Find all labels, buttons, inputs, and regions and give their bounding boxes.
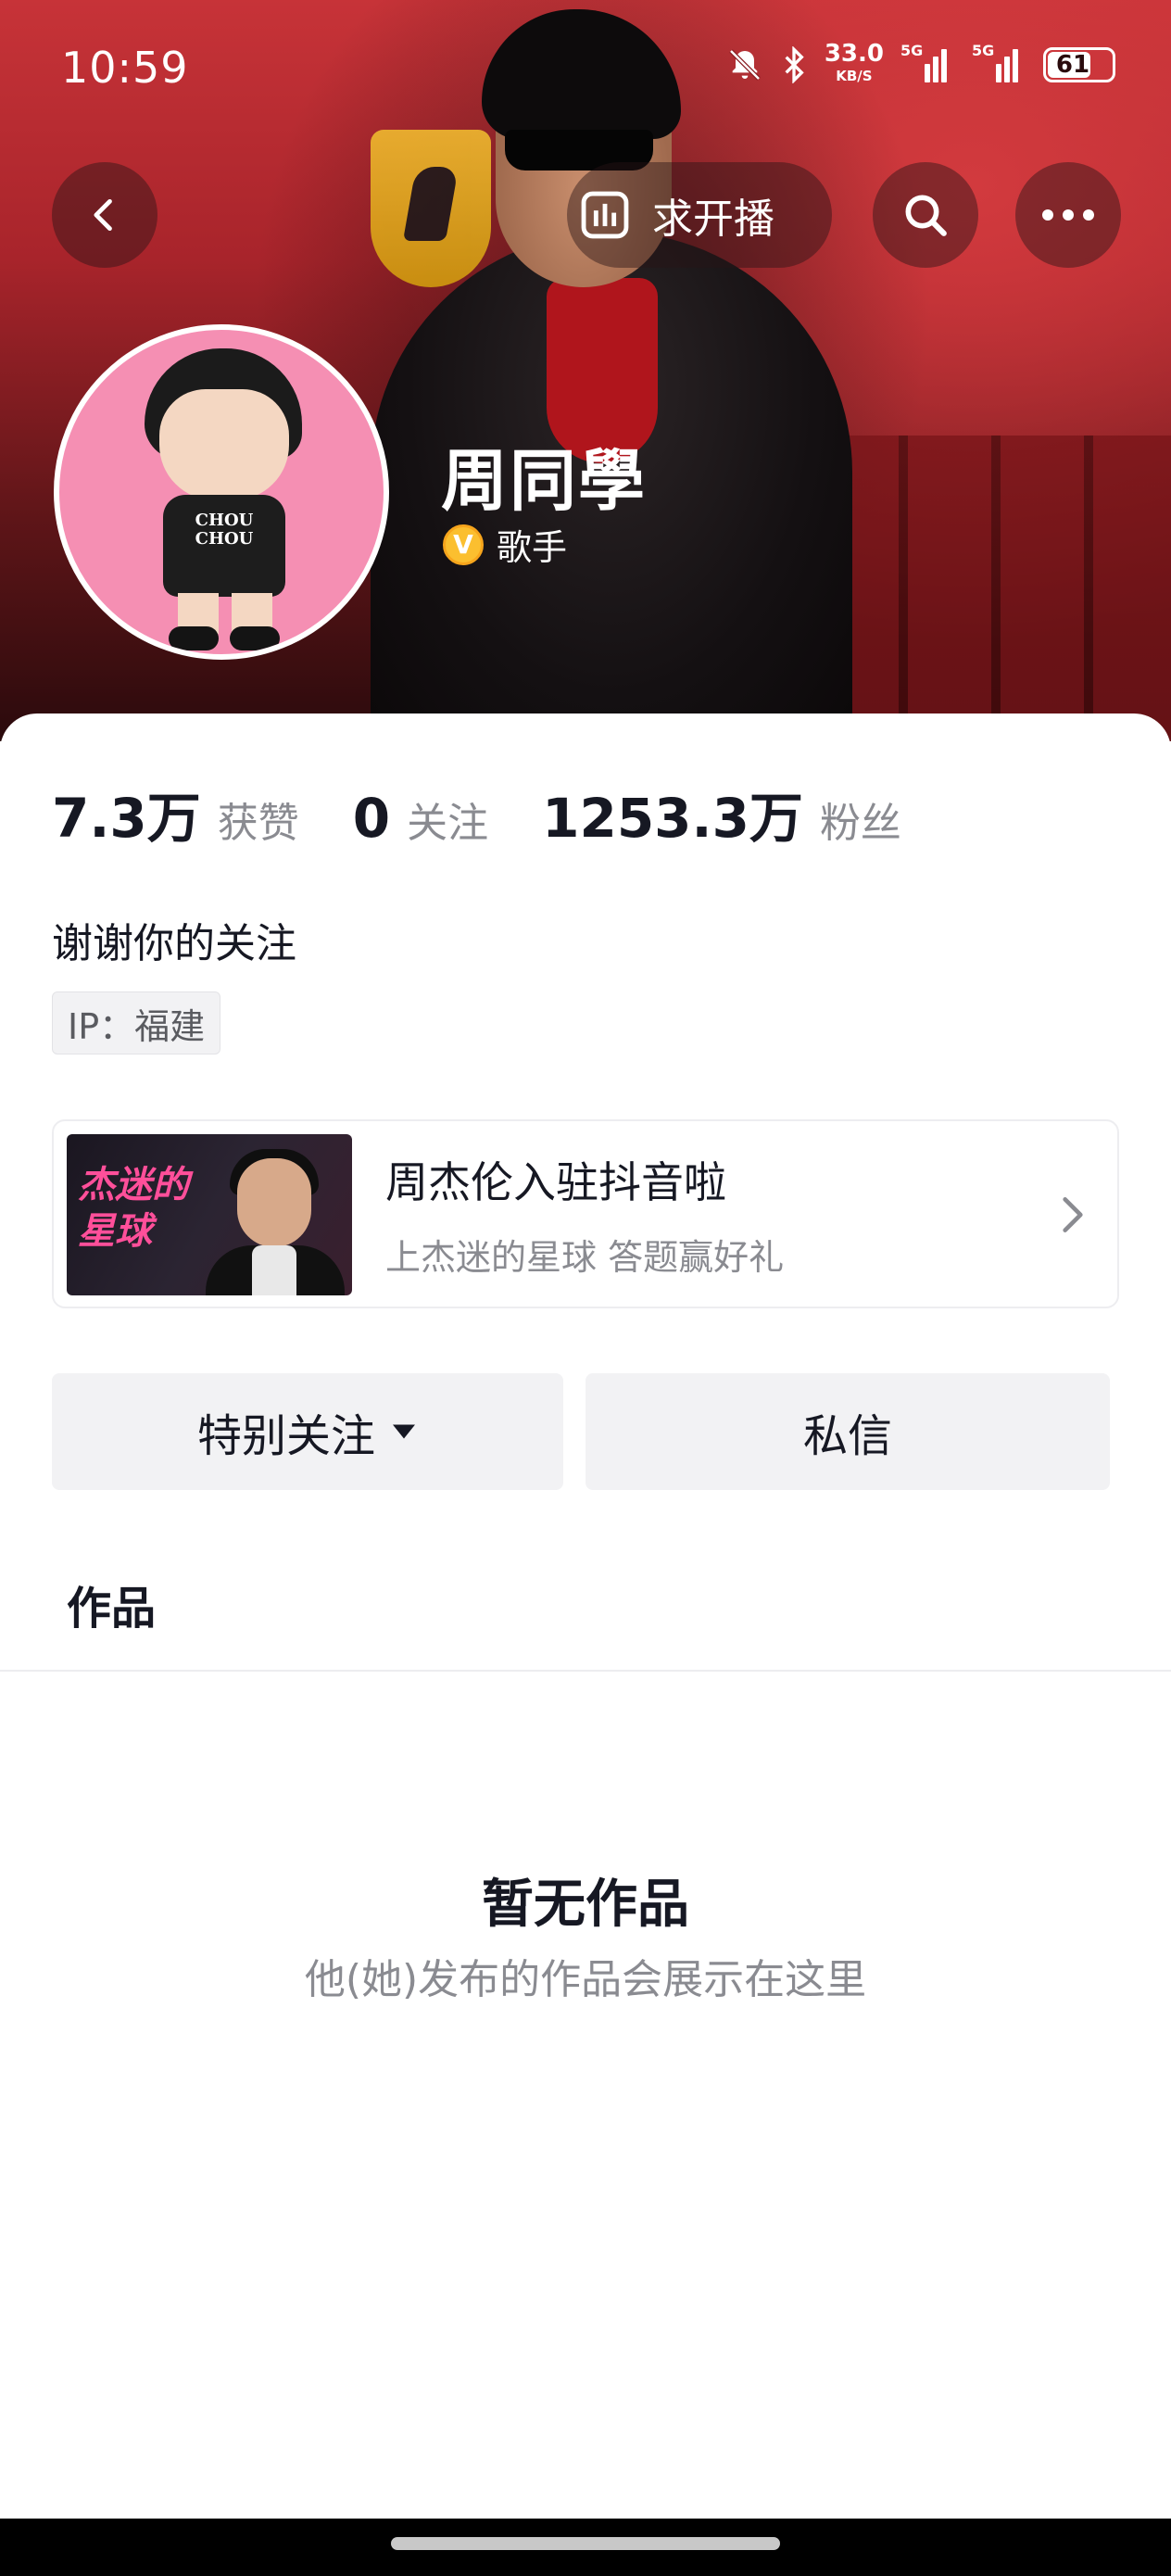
promo-thumbnail: 杰迷的星球 [67, 1134, 352, 1295]
stat-likes-label: 获赞 [217, 800, 299, 847]
status-icons: 33.0 KB/S 5G 5G 61 [726, 40, 1115, 87]
profile-role-label: 歌手 [497, 527, 568, 568]
ip-location-tag: IP：福建 [52, 991, 221, 1054]
message-label: 私信 [802, 1410, 892, 1462]
tab-divider [0, 1670, 1171, 1672]
verified-badge-icon: V [443, 524, 484, 565]
stat-followers-label: 粉丝 [819, 800, 901, 847]
tab-works[interactable]: 作品 [67, 1572, 156, 1636]
signal-icon-2: 5G [972, 42, 1026, 82]
status-bar: 10:59 33.0 KB/S 5G 5G 61 [0, 0, 1171, 139]
network-type-2: 5G [972, 42, 995, 59]
battery-level: 61 [1055, 51, 1090, 79]
network-speed: 33.0 KB/S [824, 40, 884, 87]
stat-likes-value: 7.3万 [52, 787, 201, 850]
promo-card[interactable]: 杰迷的星球 周杰伦入驻抖音啦 上杰迷的星球 答题赢好礼 [52, 1119, 1119, 1308]
mute-bell-icon [729, 49, 761, 81]
empty-state-subtitle: 他(她)发布的作品会展示在这里 [304, 1956, 867, 2003]
more-button[interactable] [1015, 162, 1121, 268]
cover-seats [815, 436, 1171, 741]
special-follow-button[interactable]: 特别关注 [52, 1373, 563, 1490]
promo-subtitle: 上杰迷的星球 答题赢好礼 [385, 1237, 785, 1278]
message-button[interactable]: 私信 [586, 1373, 1110, 1490]
empty-state-title: 暂无作品 [482, 1875, 689, 1935]
live-bars-icon [581, 191, 629, 239]
request-live-button[interactable]: 求开播 [567, 162, 832, 268]
avatar-shirt-text: CHOU CHOU [195, 511, 254, 549]
stat-followers[interactable]: 1253.3万 粉丝 [542, 775, 901, 852]
signal-icon-1: 5G [900, 42, 955, 82]
profile-role: V 歌手 [443, 519, 567, 570]
network-speed-unit: KB/S [836, 68, 873, 84]
search-button[interactable] [873, 162, 978, 268]
chevron-right-icon [1063, 1197, 1083, 1232]
profile-sheet: 7.3万 获赞 0 关注 1253.3万 粉丝 谢谢你的关注 IP：福建 杰迷的… [0, 713, 1171, 2520]
stat-followers-value: 1253.3万 [542, 787, 803, 850]
ferrari-logo-shape [371, 130, 491, 287]
more-icon [1042, 209, 1094, 221]
avatar[interactable]: CHOU CHOU [54, 324, 389, 660]
request-live-label: 求开播 [652, 196, 774, 243]
stat-following-label: 关注 [407, 800, 489, 847]
stat-following-value: 0 [352, 787, 391, 850]
stat-following[interactable]: 0 关注 [353, 787, 488, 850]
profile-name: 周同學 [441, 442, 648, 520]
back-icon [94, 198, 112, 232]
stat-likes[interactable]: 7.3万 获赞 [52, 775, 299, 852]
status-time: 10:59 [61, 43, 189, 93]
bluetooth-icon [785, 46, 804, 83]
caret-down-icon [393, 1424, 415, 1439]
special-follow-label: 特别关注 [196, 1410, 375, 1462]
stats-row: 7.3万 获赞 0 关注 1253.3万 粉丝 [52, 775, 955, 852]
network-speed-value: 33.0 [824, 40, 884, 68]
promo-title: 周杰伦入驻抖音啦 [385, 1157, 726, 1207]
network-type-1: 5G [900, 42, 924, 59]
profile-bio: 谢谢你的关注 [52, 920, 296, 967]
search-icon [905, 195, 947, 236]
back-button[interactable] [52, 162, 157, 268]
promo-thumbnail-text: 杰迷的星球 [78, 1164, 189, 1253]
battery-icon: 61 [1043, 47, 1115, 82]
home-indicator[interactable] [391, 2537, 780, 2550]
